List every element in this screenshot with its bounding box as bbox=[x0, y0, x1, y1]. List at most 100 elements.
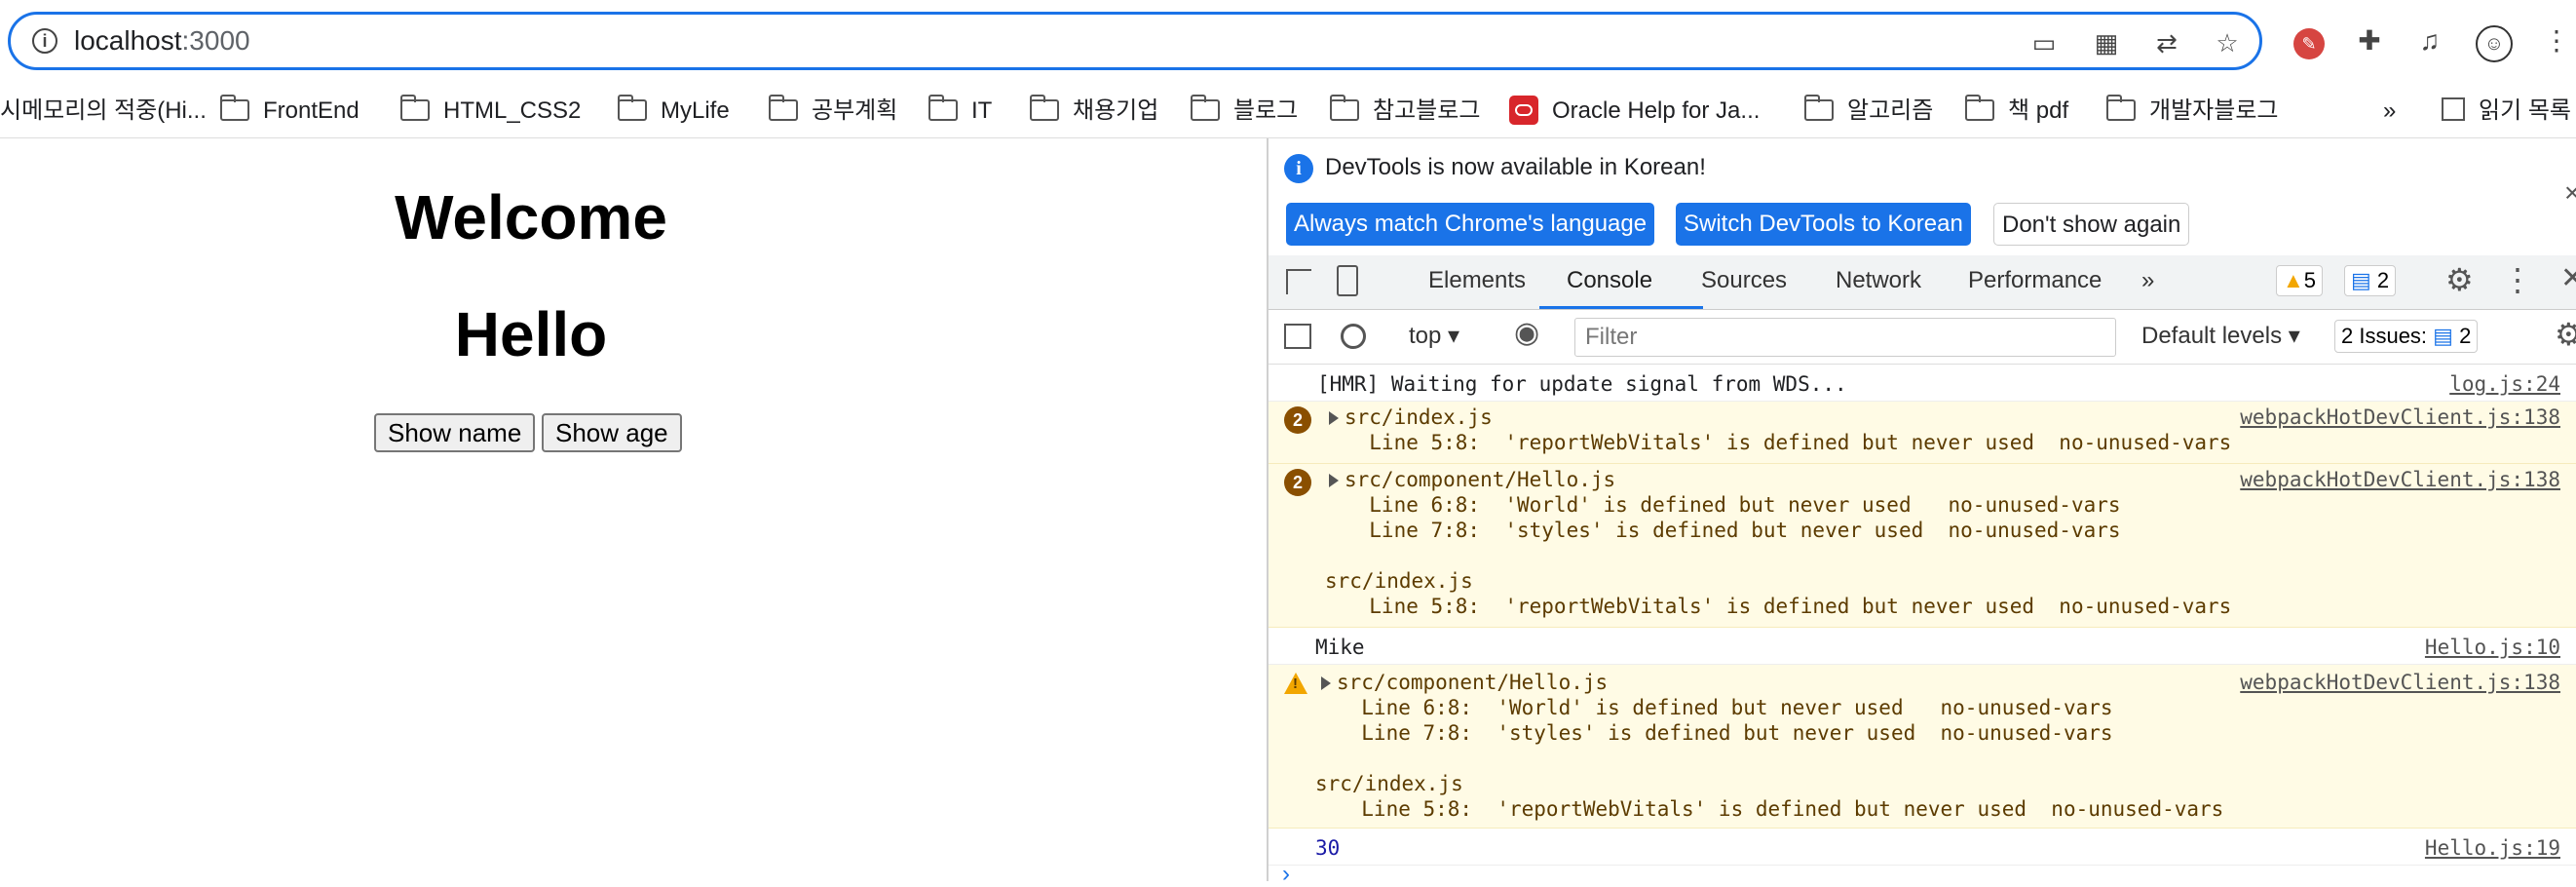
source-link[interactable]: Hello.js:19 bbox=[2425, 836, 2560, 860]
folder-icon bbox=[1330, 95, 1359, 121]
bookmark-folder[interactable]: HTML_CSS2 bbox=[400, 95, 581, 127]
context-selector[interactable]: top ▾ bbox=[1409, 322, 1459, 350]
bookmarks-overflow-button[interactable]: » bbox=[2383, 96, 2396, 127]
source-link[interactable]: Hello.js:10 bbox=[2425, 636, 2560, 659]
star-icon[interactable]: ☆ bbox=[2211, 26, 2244, 59]
console-filter-input[interactable]: Filter bbox=[1574, 318, 2116, 357]
tab-sources[interactable]: Sources bbox=[1701, 267, 1787, 294]
expand-arrow-icon[interactable] bbox=[1329, 474, 1339, 487]
warning-line: Line 5:8: 'reportWebVitals' is defined b… bbox=[1345, 431, 2232, 454]
hello-heading: Hello bbox=[454, 299, 608, 369]
repeat-count-badge: 2 bbox=[1284, 469, 1311, 496]
bookmark-folder[interactable]: 블로그 bbox=[1191, 95, 1298, 127]
bookmark-folder[interactable]: IT bbox=[928, 95, 992, 127]
close-icon[interactable]: × bbox=[2564, 177, 2576, 209]
media-control-icon[interactable]: ♫ bbox=[2410, 21, 2449, 60]
console-warning: 2 src/index.js webpackHotDevClient.js:13… bbox=[1269, 402, 2576, 464]
tab-elements[interactable]: Elements bbox=[1428, 267, 1526, 294]
folder-icon bbox=[769, 95, 798, 121]
bookmark-folder[interactable]: 공부계획 bbox=[769, 95, 897, 127]
tab-console[interactable]: Console bbox=[1567, 267, 1652, 294]
translate-icon[interactable]: ⇄ bbox=[2150, 26, 2183, 59]
more-tabs-button[interactable]: » bbox=[2141, 267, 2154, 294]
console-message: Mike Hello.js:10 bbox=[1269, 628, 2576, 665]
page-content: Welcome Hello Show name Show age bbox=[0, 138, 1267, 881]
clear-console-icon[interactable] bbox=[1341, 324, 1366, 349]
device-toolbar-icon[interactable] bbox=[1337, 265, 1358, 296]
switch-korean-button[interactable]: Switch DevTools to Korean bbox=[1676, 203, 1971, 246]
issues-button[interactable]: 2 Issues: ▤ 2 bbox=[2334, 320, 2479, 353]
warnings-badge[interactable]: ▲5 bbox=[2276, 265, 2324, 296]
warning-line: Line 5:8: 'reportWebVitals' is defined b… bbox=[1345, 595, 2232, 618]
bookmark-folder[interactable]: MyLife bbox=[618, 95, 730, 127]
tab-network[interactable]: Network bbox=[1836, 267, 1921, 294]
message-icon: ▤ bbox=[2351, 268, 2371, 292]
bookmark-folder[interactable]: 알고리즘 bbox=[1804, 95, 1933, 127]
bookmark-folder[interactable]: FrontEnd bbox=[220, 95, 360, 127]
devtools-tabs: Elements Console Sources Network Perform… bbox=[1269, 255, 2576, 310]
pencil-extension-icon[interactable]: ✎ bbox=[2290, 21, 2329, 60]
bookmark-folder[interactable]: 개발자블로그 bbox=[2106, 95, 2278, 127]
message-text: [HMR] Waiting for update signal from WDS… bbox=[1317, 372, 1847, 396]
repeat-count-badge: 2 bbox=[1284, 406, 1311, 434]
oracle-icon bbox=[1509, 96, 1538, 125]
console-warning: 2 src/component/Hello.js webpackHotDevCl… bbox=[1269, 464, 2576, 628]
site-info-icon[interactable]: i bbox=[32, 28, 57, 54]
bookmarks-bar: 시메모리의 적중(Hi... FrontEnd HTML_CSS2 MyLife… bbox=[0, 84, 2576, 138]
bookmark-item[interactable]: 시메모리의 적중(Hi... bbox=[0, 96, 207, 127]
welcome-heading: Welcome bbox=[395, 182, 667, 252]
source-link[interactable]: webpackHotDevClient.js:138 bbox=[2240, 405, 2560, 429]
bookmark-folder[interactable]: 책 pdf bbox=[1965, 95, 2068, 127]
qr-code-icon[interactable]: ▦ bbox=[2090, 26, 2123, 59]
tab-performance[interactable]: Performance bbox=[1968, 267, 2102, 294]
console-message: 30 Hello.js:19 bbox=[1269, 829, 2576, 866]
live-expression-icon[interactable]: ◉ bbox=[1514, 316, 1539, 350]
expand-arrow-icon[interactable] bbox=[1329, 411, 1339, 425]
close-devtools-icon[interactable]: ✕ bbox=[2560, 261, 2576, 295]
settings-icon[interactable]: ⚙ bbox=[2445, 261, 2474, 298]
warning-title[interactable]: src/component/Hello.js bbox=[1345, 468, 1615, 491]
show-name-button[interactable]: Show name bbox=[374, 413, 536, 452]
inspect-icon[interactable] bbox=[1286, 269, 1311, 294]
reading-list-button[interactable]: 읽기 목록 bbox=[2442, 96, 2571, 127]
warning-title[interactable]: src/component/Hello.js bbox=[1337, 671, 1608, 694]
address-bar[interactable]: i localhost:3000 ▭ ▦ ⇄ ☆ bbox=[8, 12, 2262, 70]
url-text[interactable]: localhost:3000 bbox=[74, 25, 250, 57]
bookmark-folder[interactable]: 채용기업 bbox=[1030, 95, 1158, 127]
warning-line: src/index.js bbox=[1325, 569, 1473, 593]
dont-show-again-button[interactable]: Don't show again bbox=[1993, 203, 2190, 246]
bookmark-oracle[interactable]: Oracle Help for Ja... bbox=[1509, 96, 1760, 127]
messages-badge[interactable]: ▤ 2 bbox=[2344, 265, 2397, 296]
profile-avatar-icon[interactable]: ☺ bbox=[2475, 21, 2514, 62]
puzzle-icon[interactable]: ✚ bbox=[2350, 21, 2389, 60]
console-warning: ! src/component/Hello.js webpackHotDevCl… bbox=[1269, 665, 2576, 829]
devtools-menu-icon[interactable]: ⋮ bbox=[2502, 261, 2533, 298]
sidebar-toggle-icon[interactable] bbox=[1284, 324, 1311, 349]
warning-icon: ! bbox=[1284, 673, 1307, 694]
match-language-button[interactable]: Always match Chrome's language bbox=[1286, 203, 1655, 246]
expand-arrow-icon[interactable] bbox=[1321, 676, 1331, 690]
warning-line: Line 6:8: 'World' is defined but never u… bbox=[1345, 493, 2121, 517]
console-settings-icon[interactable]: ⚙ bbox=[2555, 316, 2576, 353]
folder-icon bbox=[1965, 95, 1994, 121]
folder-icon bbox=[2106, 95, 2136, 121]
log-levels-dropdown[interactable]: Default levels ▾ bbox=[2141, 322, 2300, 350]
bookmark-folder[interactable]: 참고블로그 bbox=[1330, 95, 1480, 127]
console-message: [HMR] Waiting for update signal from WDS… bbox=[1269, 365, 2576, 402]
folder-icon bbox=[618, 95, 647, 121]
reading-list-icon bbox=[2442, 97, 2465, 121]
source-link[interactable]: webpackHotDevClient.js:138 bbox=[2240, 468, 2560, 491]
kebab-menu-icon[interactable]: ⋮ bbox=[2537, 21, 2576, 60]
folder-icon bbox=[220, 95, 249, 121]
info-message: DevTools is now available in Korean! bbox=[1325, 154, 1706, 180]
source-link[interactable]: log.js:24 bbox=[2449, 372, 2560, 396]
message-text: Mike bbox=[1315, 636, 1365, 659]
cast-icon[interactable]: ▭ bbox=[2027, 26, 2061, 59]
show-age-button[interactable]: Show age bbox=[542, 413, 682, 452]
warning-line: Line 7:8: 'styles' is defined but never … bbox=[1345, 519, 2121, 542]
console-prompt[interactable]: › bbox=[1282, 863, 1290, 886]
folder-icon bbox=[928, 95, 958, 121]
source-link[interactable]: webpackHotDevClient.js:138 bbox=[2240, 671, 2560, 694]
active-tab-indicator bbox=[1539, 306, 1703, 309]
warning-title[interactable]: src/index.js bbox=[1345, 405, 1493, 429]
